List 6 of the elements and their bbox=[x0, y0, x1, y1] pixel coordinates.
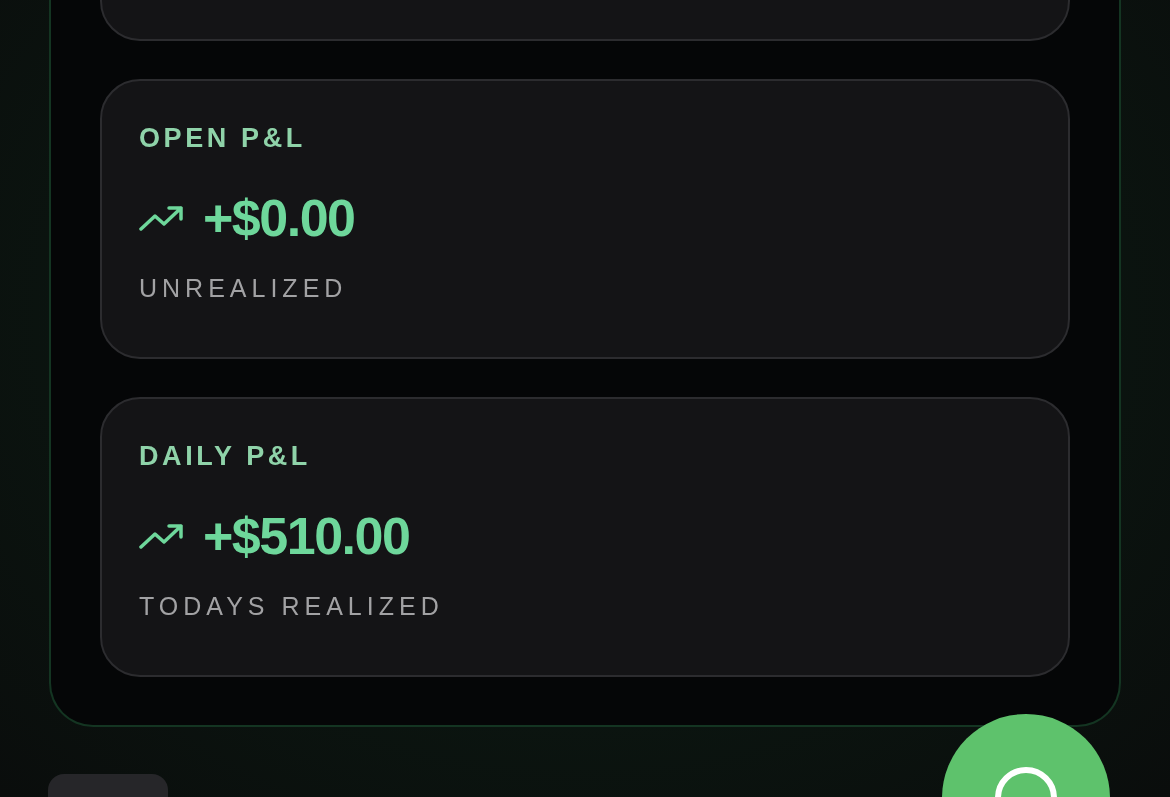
pnl-value: +$510.00 bbox=[203, 506, 410, 566]
card-label: DAILY P&L bbox=[139, 441, 311, 472]
pnl-value: +$0.00 bbox=[203, 188, 355, 248]
card-label: OPEN P&L bbox=[139, 123, 306, 154]
card-sublabel: UNREALIZED bbox=[139, 274, 348, 303]
card-sublabel: TODAYS REALIZED bbox=[139, 592, 444, 621]
